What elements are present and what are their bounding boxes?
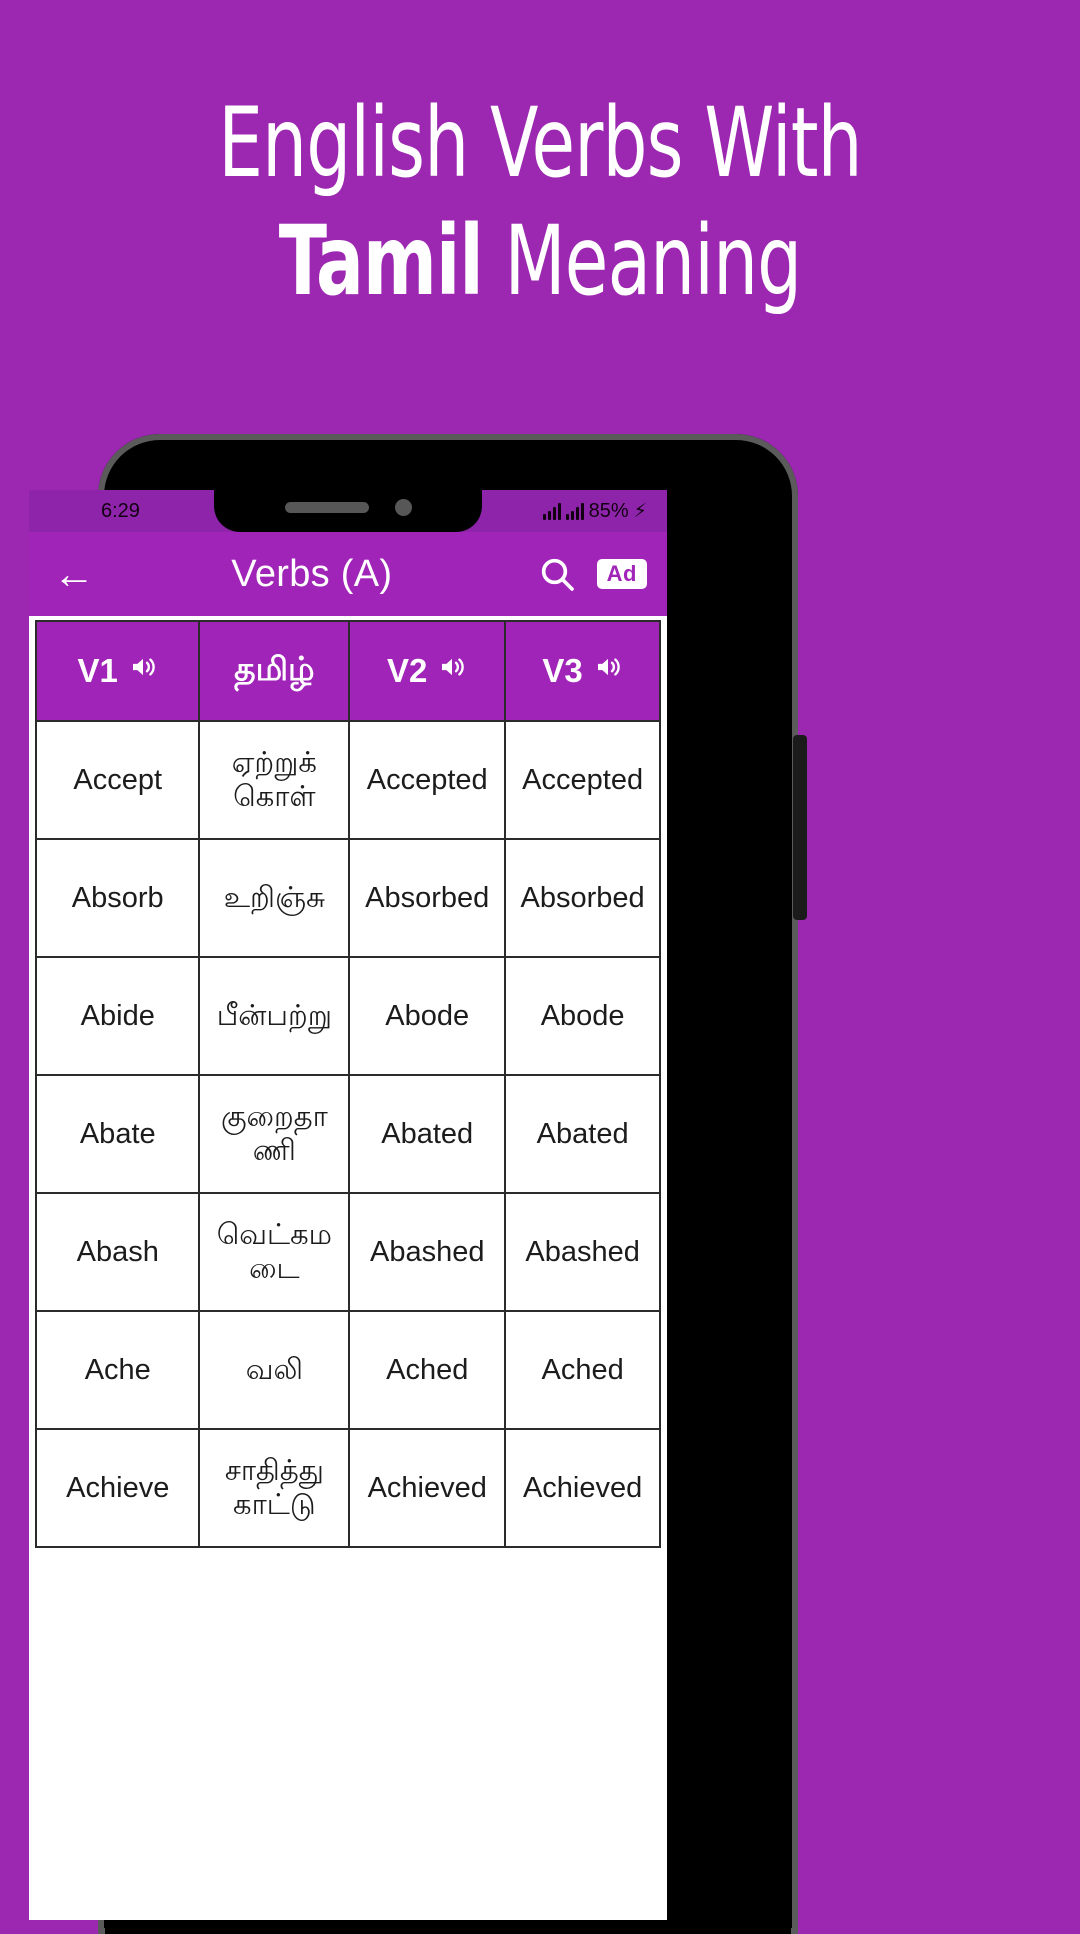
search-icon[interactable] xyxy=(531,548,583,600)
signal-bars-icon-2 xyxy=(565,502,584,520)
column-header-v2[interactable]: V2 xyxy=(348,620,507,722)
cell-v2: Abated xyxy=(348,1074,507,1194)
cell-v2: Achieved xyxy=(348,1428,507,1548)
app-bar: ← Verbs (A) Ad xyxy=(29,532,667,616)
front-camera-icon xyxy=(394,498,412,516)
cell-tamil: பீன்பற்று xyxy=(198,956,351,1076)
cell-tamil: வலி xyxy=(198,1310,351,1430)
column-header-tamil-label: தமிழ் xyxy=(234,649,315,687)
cell-tamil: ஏற்றுக் கொள் xyxy=(198,720,351,840)
cell-v1: Accept xyxy=(34,720,201,840)
speaker-icon[interactable] xyxy=(128,652,158,690)
ad-badge[interactable]: Ad xyxy=(596,559,647,589)
cell-tamil: சாதித்து காட்டு xyxy=(198,1428,351,1548)
cell-v1: Abate xyxy=(34,1074,201,1194)
promo-headline-tamil: Tamil xyxy=(278,204,484,317)
table-row[interactable]: Absorb உறிஞ்சு Absorbed Absorbed xyxy=(34,838,661,958)
cell-v3: Abashed xyxy=(504,1192,661,1312)
cell-v2: Abashed xyxy=(348,1192,507,1312)
table-row[interactable]: Abate குறைதாணி Abated Abated xyxy=(34,1074,661,1194)
bolt-icon: ⚡ xyxy=(633,500,647,522)
column-header-v2-label: V2 xyxy=(387,652,428,689)
phone-button-power xyxy=(793,735,807,920)
cell-v2: Accepted xyxy=(348,720,507,840)
cell-v3: Absorbed xyxy=(504,838,661,958)
cell-v1: Abash xyxy=(34,1192,201,1312)
cell-v1: Ache xyxy=(34,1310,201,1430)
cell-v2: Absorbed xyxy=(348,838,507,958)
status-bar-right: 85% ⚡ xyxy=(542,499,651,523)
table-row[interactable]: Accept ஏற்றுக் கொள் Accepted Accepted xyxy=(34,720,661,840)
cell-v1: Abide xyxy=(34,956,201,1076)
cell-v3: Ached xyxy=(504,1310,661,1430)
verbs-table-body: Accept ஏற்றுக் கொள் Accepted Accepted Absorb… xyxy=(34,720,661,1548)
table-header-row: V1 தமிழ் V2 V3 xyxy=(34,620,661,722)
phone-screen: 6:29 85% ⚡ ← Verbs (A) Ad V1 தமிழ் V2 V3… xyxy=(29,490,667,1920)
cell-v2: Abode xyxy=(348,956,507,1076)
back-arrow-icon[interactable]: ← xyxy=(49,549,99,599)
page-title: Verbs (A) xyxy=(231,552,393,595)
promo-screenshot: English Verbs With Tamil Meaning 6:29 85… xyxy=(0,0,1080,1934)
column-header-v1[interactable]: V1 xyxy=(34,620,201,722)
speaker-icon-v3[interactable] xyxy=(593,652,623,690)
cell-v1: Absorb xyxy=(34,838,201,958)
promo-headline: English Verbs With Tamil Meaning xyxy=(0,87,1080,311)
status-bar: 6:29 85% ⚡ xyxy=(29,490,667,532)
column-header-v3-label: V3 xyxy=(542,652,583,689)
battery-percent-label: 85% xyxy=(588,499,629,522)
verbs-table-container: V1 தமிழ் V2 V3 Accept ஏற்றுக் கொள் Accep… xyxy=(29,616,667,1548)
column-header-tamil[interactable]: தமிழ் xyxy=(198,620,351,722)
cell-v3: Abated xyxy=(504,1074,661,1194)
status-bar-left: 6:29 xyxy=(45,500,140,523)
cell-v1: Achieve xyxy=(34,1428,201,1548)
column-header-v1-label: V1 xyxy=(77,652,118,689)
cell-v3: Abode xyxy=(504,956,661,1076)
table-row[interactable]: Abide பீன்பற்று Abode Abode xyxy=(34,956,661,1076)
cell-v3: Achieved xyxy=(504,1428,661,1548)
table-row[interactable]: Achieve சாதித்து காட்டு Achieved Achieved xyxy=(34,1428,661,1548)
status-bar-time: 6:29 xyxy=(101,499,140,522)
cell-tamil: குறைதாணி xyxy=(198,1074,351,1194)
table-row[interactable]: Ache வலி Ached Ached xyxy=(34,1310,661,1430)
column-header-v3[interactable]: V3 xyxy=(504,620,661,722)
table-row[interactable]: Abash வெட்கமடை Abashed Abashed xyxy=(34,1192,661,1312)
cell-tamil: வெட்கமடை xyxy=(198,1192,351,1312)
signal-bars-icon xyxy=(542,502,561,520)
speaker-icon-v2[interactable] xyxy=(437,652,467,690)
promo-headline-line2: Tamil Meaning xyxy=(97,212,983,311)
cell-v3: Accepted xyxy=(504,720,661,840)
cell-tamil: உறிஞ்சு xyxy=(198,838,351,958)
cell-v2: Ached xyxy=(348,1310,507,1430)
promo-headline-meaning: Meaning xyxy=(482,204,803,317)
earpiece-speaker-icon xyxy=(284,501,369,513)
phone-notch xyxy=(214,490,482,532)
verbs-table: V1 தமிழ் V2 V3 Accept ஏற்றுக் கொள் Accep… xyxy=(34,620,661,1548)
promo-headline-line1: English Verbs With xyxy=(218,87,862,199)
